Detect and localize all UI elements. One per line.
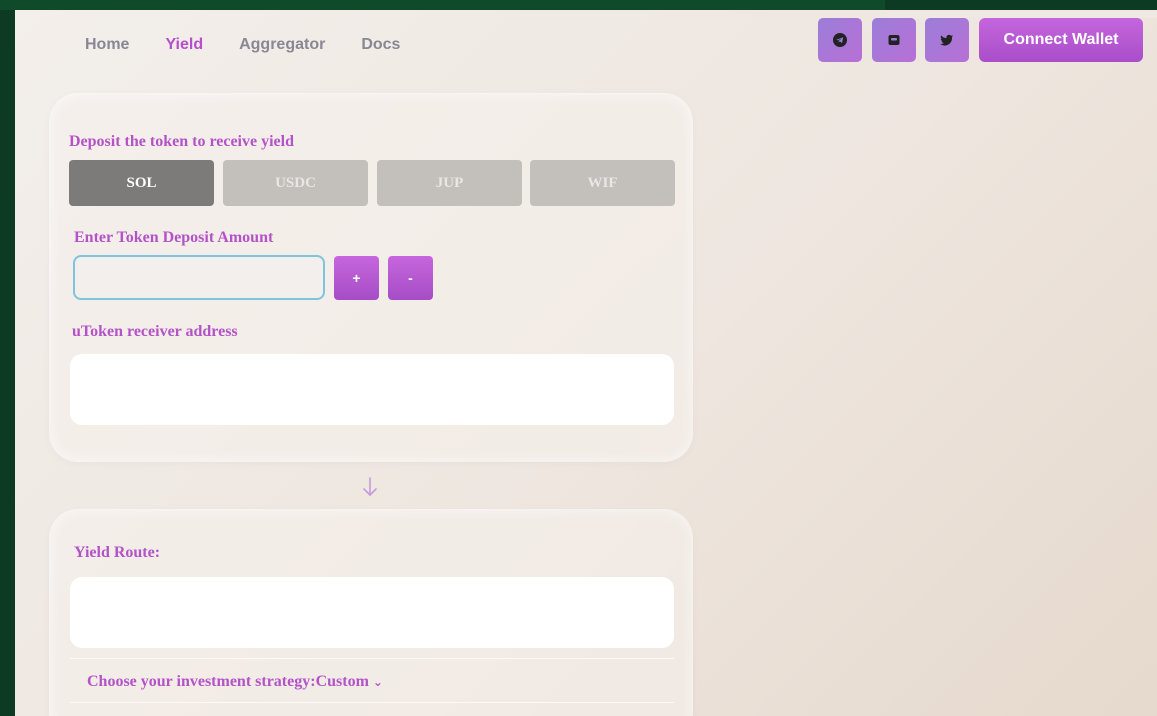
decrement-button[interactable]: -: [388, 256, 433, 300]
strategy-label: Choose your investment strategy:Custom: [87, 673, 369, 690]
receiver-label: uToken receiver address: [72, 323, 238, 340]
discord-icon: [888, 35, 900, 45]
twitter-button[interactable]: [925, 18, 969, 62]
top-band: [885, 10, 1157, 18]
divider: [70, 658, 674, 659]
receiver-address-input[interactable]: [70, 354, 674, 425]
route-label: Yield Route:: [74, 544, 161, 561]
amount-input[interactable]: [73, 255, 325, 300]
token-jup-button[interactable]: JUP: [377, 160, 522, 206]
page: Home Yield Aggregator Docs Connect Walle…: [15, 10, 1157, 716]
main-nav: Home Yield Aggregator Docs: [85, 36, 436, 54]
twitter-icon: [940, 34, 953, 46]
increment-button[interactable]: +: [334, 256, 379, 300]
nav-yield[interactable]: Yield: [165, 36, 203, 54]
arrow-down-icon: [363, 477, 377, 496]
nav-docs[interactable]: Docs: [361, 36, 400, 54]
deposit-heading: Deposit the token to receive yield: [69, 133, 294, 150]
token-usdc-button[interactable]: USDC: [223, 160, 368, 206]
strategy-dropdown[interactable]: Choose your investment strategy:Custom ⌄: [87, 673, 383, 691]
telegram-button[interactable]: [818, 18, 862, 62]
top-strip: [0, 0, 885, 10]
yield-route-input[interactable]: [70, 577, 674, 648]
nav-aggregator[interactable]: Aggregator: [239, 36, 325, 54]
divider: [70, 702, 674, 703]
chevron-down-icon: ⌄: [372, 675, 383, 689]
discord-button[interactable]: [872, 18, 916, 62]
token-sol-button[interactable]: SOL: [69, 160, 214, 206]
telegram-icon: [833, 33, 847, 47]
nav-home[interactable]: Home: [85, 36, 129, 54]
amount-label: Enter Token Deposit Amount: [74, 229, 274, 246]
token-wif-button[interactable]: WIF: [530, 160, 675, 206]
connect-wallet-button[interactable]: Connect Wallet: [979, 18, 1143, 62]
